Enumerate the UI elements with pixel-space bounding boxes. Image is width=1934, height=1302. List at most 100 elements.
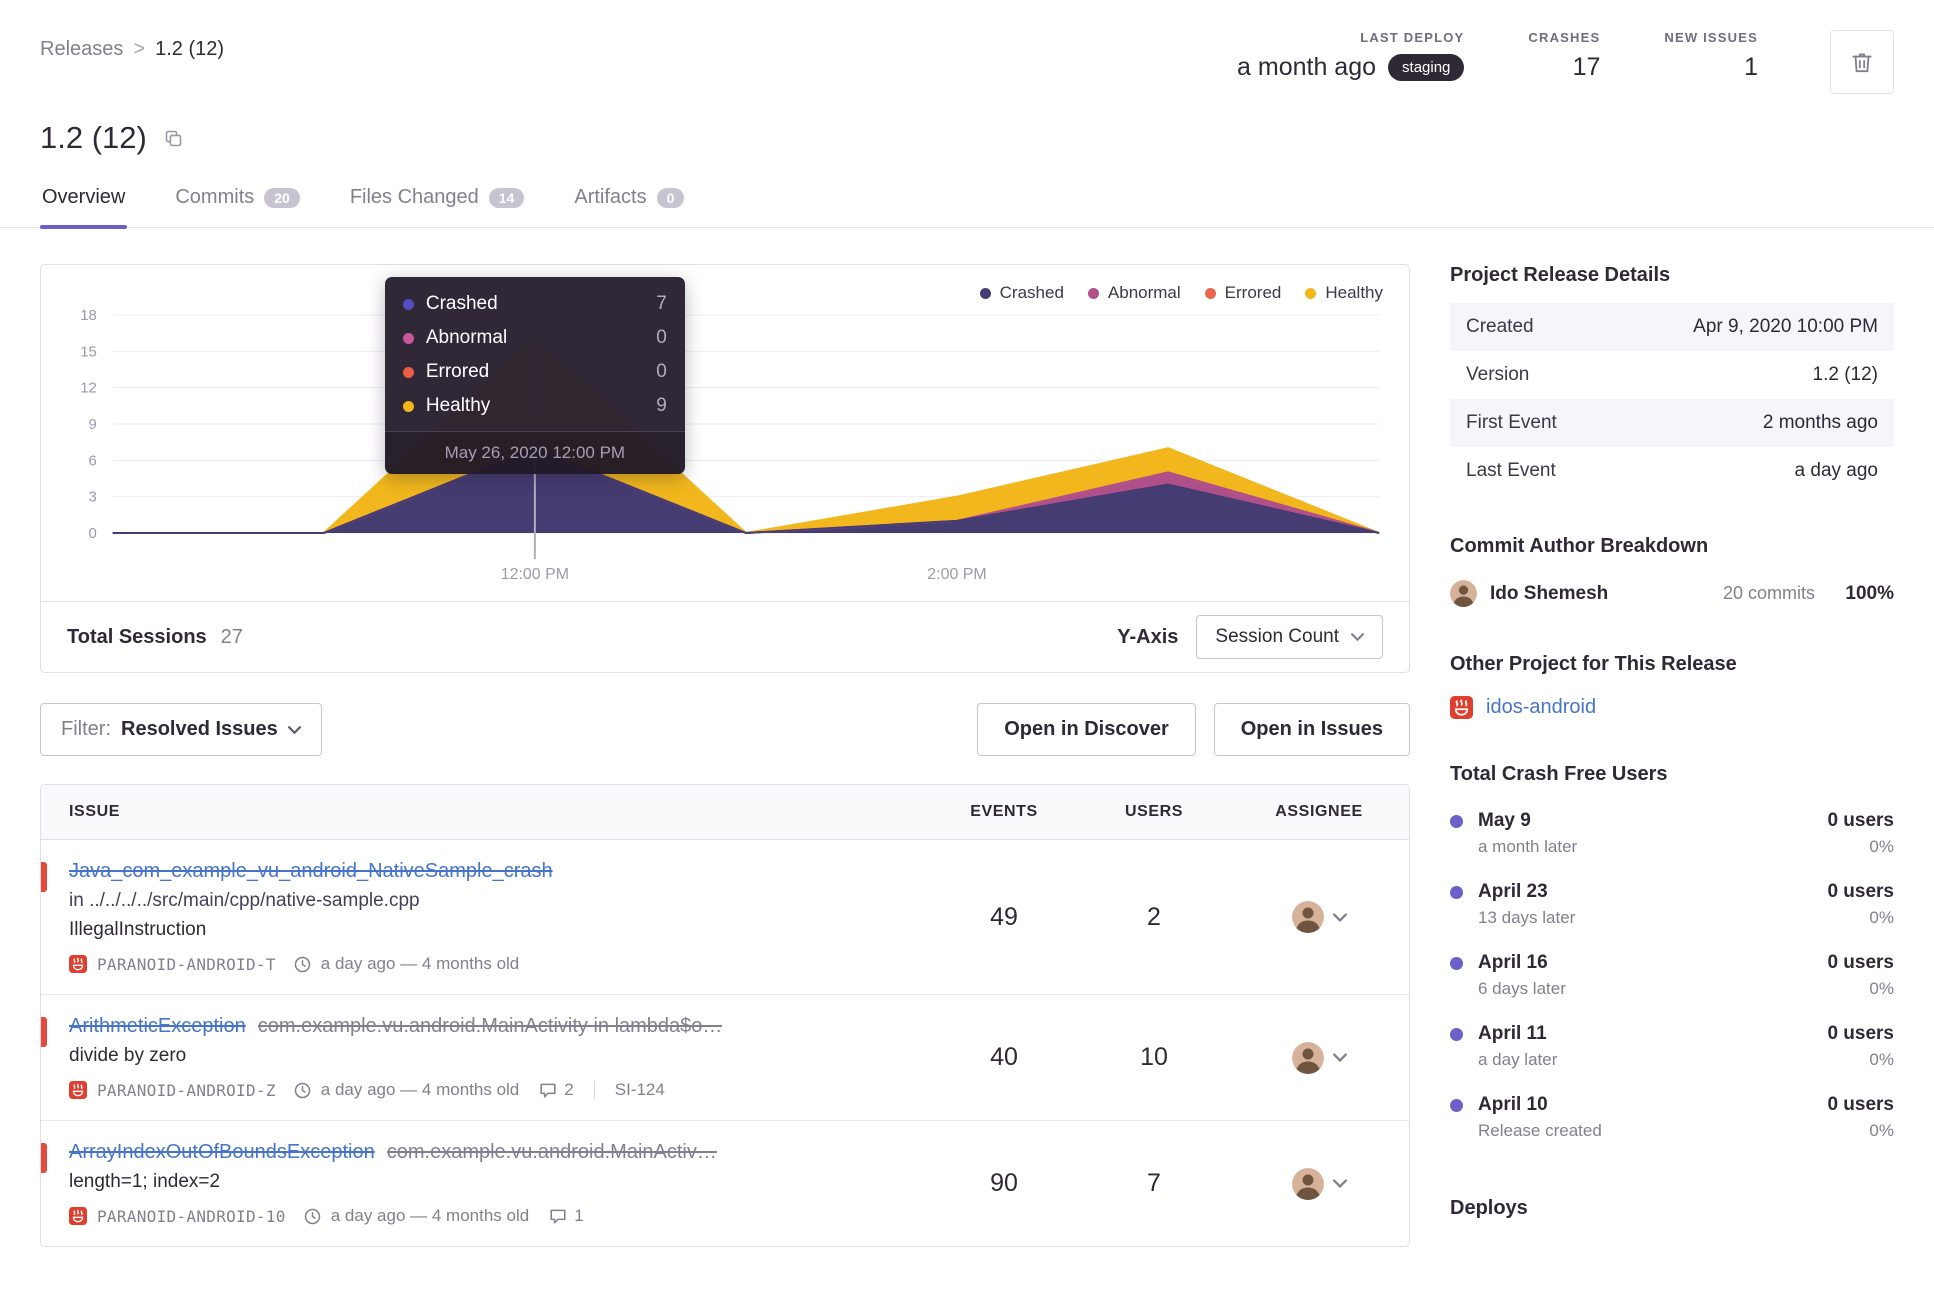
- issues-filter-dropdown[interactable]: Filter: Resolved Issues: [40, 703, 322, 756]
- svg-text:12: 12: [80, 380, 97, 397]
- release-detail-row: Last Event a day ago: [1450, 447, 1894, 495]
- issue-title-link[interactable]: ArithmeticException: [69, 1015, 246, 1038]
- issue-title-link[interactable]: Java_com_example_vu_android_NativeSample…: [69, 860, 553, 883]
- breadcrumb-separator: >: [133, 38, 146, 60]
- chevron-down-icon: [287, 725, 301, 734]
- error-level-indicator: [41, 1143, 47, 1173]
- tooltip-series-value: 0: [656, 327, 667, 348]
- breadcrumb-releases-link[interactable]: Releases: [40, 38, 123, 61]
- release-details-table: Created Apr 9, 2020 10:00 PM Version 1.2…: [1450, 303, 1894, 495]
- tab-label: Files Changed: [349, 186, 479, 208]
- release-tabs: Overview Commits 20 Files Changed 14 Art…: [0, 176, 1934, 229]
- issues-table-header: ISSUE EVENTS USERS ASSIGNEE: [41, 785, 1409, 840]
- trash-icon: [1852, 53, 1872, 73]
- crash-free-item: April 16 0 users 6 days later 0%: [1450, 944, 1894, 1015]
- stat-crashes: CRASHES 17: [1528, 30, 1600, 82]
- release-detail-row: First Event 2 months ago: [1450, 399, 1894, 447]
- issue-assignee-dropdown[interactable]: [1229, 901, 1409, 933]
- tab-overview[interactable]: Overview: [40, 176, 128, 229]
- new-issues-value: 1: [1744, 53, 1758, 81]
- issue-message: length=1; index=2: [69, 1171, 221, 1192]
- tab-files-changed[interactable]: Files Changed 14: [348, 176, 527, 227]
- clock-icon: [294, 956, 311, 973]
- comment-bubble-icon: [540, 1083, 556, 1098]
- issue-row: ArrayIndexOutOfBoundsException com.examp…: [41, 1121, 1409, 1246]
- crash-free-relative-date: 13 days later: [1478, 908, 1576, 927]
- tab-commits[interactable]: Commits 20: [173, 176, 301, 227]
- crash-free-section: Total Crash Free Users May 9 0 users a m…: [1450, 763, 1894, 1157]
- legend-item-abnormal[interactable]: Abnormal: [1087, 283, 1181, 303]
- filter-selected-value: Resolved Issues: [121, 718, 278, 740]
- crash-free-percent: 0%: [1869, 908, 1894, 927]
- open-in-issues-button[interactable]: Open in Issues: [1213, 703, 1410, 756]
- java-platform-icon: [69, 955, 87, 973]
- title-row: 1.2 (12): [0, 94, 1934, 156]
- tooltip-series-value: 0: [656, 361, 667, 382]
- tab-artifacts[interactable]: Artifacts 0: [572, 176, 686, 227]
- page-title: 1.2 (12): [40, 120, 147, 155]
- other-project-link[interactable]: idos-android: [1486, 696, 1596, 719]
- other-project-row: idos-android: [1450, 692, 1894, 723]
- svg-text:0: 0: [89, 525, 97, 542]
- issue-comments-link[interactable]: 1: [549, 1206, 584, 1226]
- crash-free-item: April 11 0 users a day later 0%: [1450, 1015, 1894, 1086]
- issue-age: a day ago — 4 months old: [330, 1206, 530, 1225]
- sessions-area-chart: 0 3 6 9 12 15 18 12:00 PM 2:00 PM: [80, 307, 1380, 583]
- author-avatar: [1450, 580, 1477, 607]
- content: 0 3 6 9 12 15 18 12:00 PM 2:00 PM Crashed Abnorm…: [0, 228, 1934, 1260]
- copy-version-button[interactable]: [161, 126, 186, 151]
- crash-free-users: 0 users: [1827, 881, 1894, 902]
- release-detail-row: Created Apr 9, 2020 10:00 PM: [1450, 303, 1894, 351]
- tooltip-series-label: Errored: [425, 361, 490, 382]
- legend-label: Abnormal: [1107, 283, 1181, 302]
- chevron-down-icon: [1351, 633, 1364, 641]
- detail-label: Version: [1466, 364, 1530, 385]
- timeline-dot-icon: [1450, 1099, 1463, 1112]
- crash-free-date: May 9: [1478, 810, 1531, 831]
- series-dot-icon: [402, 366, 414, 378]
- delete-release-button[interactable]: [1830, 30, 1894, 94]
- tooltip-series-label: Abnormal: [425, 327, 508, 348]
- legend-item-errored[interactable]: Errored: [1204, 283, 1281, 303]
- issue-message: IllegalInstruction: [69, 919, 207, 940]
- crash-free-date: April 16: [1478, 952, 1548, 973]
- timeline-dot-icon: [1450, 957, 1463, 970]
- issue-title-link[interactable]: ArrayIndexOutOfBoundsException: [69, 1141, 375, 1164]
- issue-age: a day ago — 4 months old: [320, 1080, 520, 1099]
- sessions-chart-panel: 0 3 6 9 12 15 18 12:00 PM 2:00 PM Crashed Abnorm…: [40, 264, 1410, 673]
- issue-project-slug: PARANOID-ANDROID-10: [97, 1206, 286, 1226]
- release-details-section: Project Release Details Created Apr 9, 2…: [1450, 264, 1894, 495]
- filter-label: Filter:: [61, 718, 111, 740]
- crash-free-date: April 11: [1478, 1023, 1547, 1044]
- issues-table-body: Java_com_example_vu_android_NativeSample…: [41, 840, 1409, 1246]
- detail-value: 1.2 (12): [1812, 364, 1878, 385]
- series-dot-icon: [402, 332, 414, 344]
- legend-label: Healthy: [1325, 283, 1383, 302]
- crash-free-users: 0 users: [1827, 1023, 1894, 1044]
- yaxis-select-dropdown[interactable]: Session Count: [1196, 615, 1383, 659]
- issue-age: a day ago — 4 months old: [320, 954, 520, 973]
- issue-row: Java_com_example_vu_android_NativeSample…: [41, 840, 1409, 995]
- issue-comments-link[interactable]: 2: [539, 1080, 574, 1100]
- svg-text:18: 18: [80, 307, 97, 324]
- crash-free-percent: 0%: [1869, 837, 1894, 856]
- column-assignee: ASSIGNEE: [1275, 803, 1363, 820]
- open-in-discover-button[interactable]: Open in Discover: [977, 703, 1196, 756]
- issue-assignee-dropdown[interactable]: [1229, 1167, 1409, 1200]
- detail-label: First Event: [1466, 412, 1557, 433]
- tooltip-series-row: Healthy 9: [402, 395, 667, 417]
- legend-item-crashed[interactable]: Crashed: [979, 283, 1064, 303]
- crash-free-users: 0 users: [1827, 952, 1894, 973]
- detail-value: a day ago: [1794, 460, 1878, 481]
- sessions-chart[interactable]: 0 3 6 9 12 15 18 12:00 PM 2:00 PM Crashed Abnorm…: [41, 265, 1409, 601]
- tab-label: Overview: [42, 186, 126, 208]
- java-platform-icon: [69, 1081, 87, 1099]
- author-name: Ido Shemesh: [1490, 582, 1609, 604]
- java-platform-icon: [1450, 696, 1473, 719]
- commit-author-row: Ido Shemesh 20 commits 100%: [1450, 574, 1894, 613]
- issue-ticket-link[interactable]: SI-124: [615, 1080, 665, 1100]
- java-platform-icon: [69, 1207, 87, 1225]
- crash-free-item: April 23 0 users 13 days later 0%: [1450, 873, 1894, 944]
- legend-item-healthy[interactable]: Healthy: [1305, 283, 1383, 303]
- issue-assignee-dropdown[interactable]: [1229, 1041, 1409, 1074]
